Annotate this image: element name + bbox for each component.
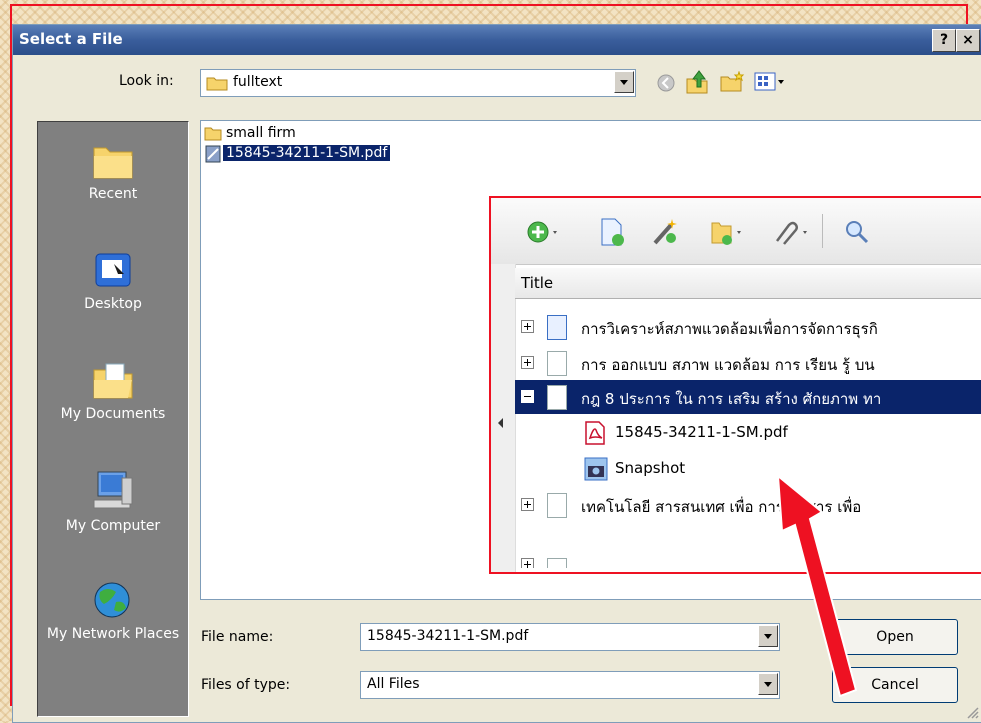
place-my-computer[interactable]: My Computer [38,468,188,534]
tree-row-partial [515,524,981,568]
attachment-icon[interactable] [771,217,811,247]
tree-child-row[interactable]: Snapshot [515,452,981,486]
document-icon [547,558,567,568]
close-button[interactable]: × [956,29,980,52]
add-folder-icon[interactable] [709,217,745,247]
document-icon [547,385,567,410]
title-bar: Select a File ? × [13,25,981,55]
place-my-documents[interactable]: My Documents [38,360,188,422]
tree-row[interactable]: การวิเคราะห์สภาพแวดล้อมเพื่อการจัดการธุร… [515,310,981,344]
folder-icon [206,77,228,91]
place-my-network[interactable]: My Network Places [38,578,188,642]
up-folder-icon[interactable] [685,69,709,95]
help-button[interactable]: ? [932,29,956,52]
my-computer-icon [93,471,133,509]
my-documents-icon [93,363,133,399]
file-name: 15845-34211-1-SM.pdf [223,145,391,161]
tree-row[interactable]: เทคโนโลยี สารสนเทศ เพื่อ การ สื่อสาร เพื… [515,488,981,522]
back-icon[interactable] [655,72,677,94]
pdf-icon [585,421,605,445]
places-bar: Recent Desktop My Documents My Computer … [37,121,189,717]
expand-icon[interactable] [521,498,534,511]
tree-row[interactable]: การ ออกแบบ สภาพ แวดล้อม การ เรียน รู้ บน [515,346,981,380]
tree-row-selected[interactable]: กฎ 8 ประการ ใน การ เสริม สร้าง ศักยภาพ ท… [515,380,981,414]
expand-icon [521,558,534,568]
magic-wand-icon[interactable] [651,217,679,247]
collapse-arrow-icon[interactable] [495,416,505,430]
resize-grip-icon[interactable] [965,705,979,719]
document-icon [547,315,567,340]
inset-toolbar [491,198,981,265]
views-menu-icon[interactable] [754,71,788,93]
red-pointer-arrow [776,473,858,698]
file-name: small firm [226,125,296,141]
file-type-value: All Files [367,676,420,692]
file-name-combo[interactable]: 15845-34211-1-SM.pdf [360,623,780,651]
new-folder-icon[interactable] [719,71,745,93]
document-icon [547,351,567,376]
look-in-value: fulltext [233,74,283,90]
document-icon [547,493,567,518]
place-recent[interactable]: Recent [38,140,188,202]
recent-folder-icon [93,147,133,179]
desktop-icon [95,253,131,287]
file-name-value: 15845-34211-1-SM.pdf [367,628,529,644]
tree-child-row[interactable]: 15845-34211-1-SM.pdf [515,416,981,450]
expand-icon[interactable] [521,356,534,369]
file-type-label: Files of type: [201,677,291,693]
look-in-dropdown-button[interactable] [614,71,634,93]
place-desktop[interactable]: Desktop [38,250,188,312]
add-circle-icon[interactable] [527,220,561,244]
title-column-header[interactable]: Title [515,268,981,299]
toolbar-separator [822,214,823,248]
file-name-label: File name: [201,629,274,645]
expand-icon[interactable] [521,320,534,333]
pdf-file-icon [205,145,221,163]
look-in-combo[interactable]: fulltext [200,69,636,97]
folder-icon [204,127,222,141]
collapse-icon[interactable] [521,390,534,403]
dialog-title: Select a File [19,30,123,48]
file-type-combo[interactable]: All Files [360,671,780,699]
network-places-icon [94,582,130,618]
bookmark-panel-screenshot: Title การวิเคราะห์สภาพแวดล้อมเพื่อการจัด… [489,196,981,574]
new-document-icon[interactable] [599,217,625,247]
look-in-label: Look in: [119,73,174,89]
search-icon[interactable] [843,218,871,246]
snapshot-icon [584,457,608,481]
